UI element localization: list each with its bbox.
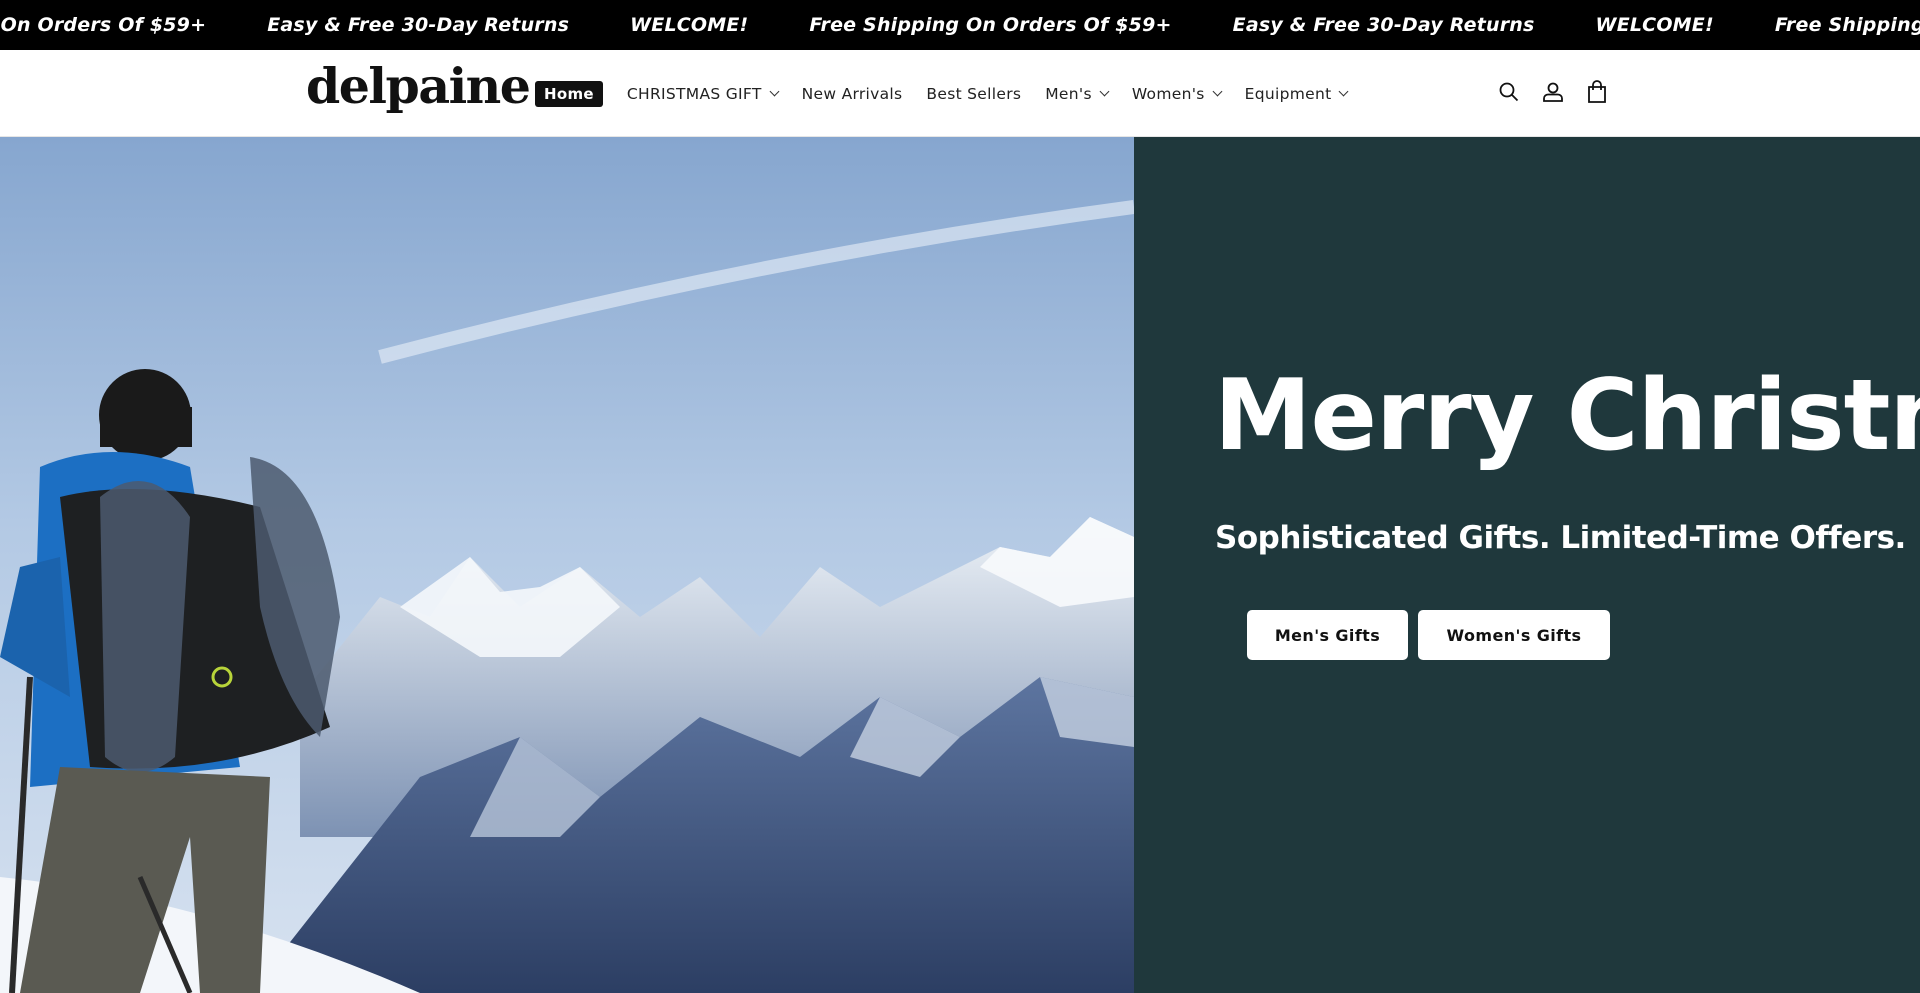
announcement-item: Free Shipping On Orders O — [1774, 14, 1920, 36]
announcement-track: g On Orders Of $59+ Easy & Free 30-Day R… — [0, 0, 1920, 50]
chevron-down-icon — [769, 86, 780, 97]
nav-item-new-arrivals[interactable]: New Arrivals — [802, 85, 903, 103]
nav-item-label: Home — [544, 84, 594, 103]
mens-gifts-button[interactable]: Men's Gifts — [1247, 610, 1408, 660]
hero-image — [0, 137, 1134, 993]
announcement-item: Easy & Free 30-Day Returns — [1232, 14, 1535, 36]
nav-item-label: Men's — [1045, 84, 1092, 103]
nav-item-mens[interactable]: Men's — [1045, 84, 1110, 103]
nav-item-womens[interactable]: Women's — [1131, 84, 1223, 103]
chevron-down-icon — [1099, 86, 1110, 97]
nav-item-christmas-gift[interactable]: CHRISTMAS GIFT — [626, 84, 780, 103]
site-header: delpaine Home CHRISTMAS GIFT New Arrival… — [0, 50, 1920, 137]
hero-title: Merry Christmas — [1214, 359, 1920, 473]
announcement-item: WELCOME! — [630, 14, 749, 36]
announcement-item: g On Orders Of $59+ — [0, 14, 207, 36]
cart-icon[interactable] — [1584, 77, 1610, 107]
chevron-down-icon — [1212, 86, 1223, 97]
nav-item-best-sellers[interactable]: Best Sellers — [926, 85, 1021, 103]
announcement-item: Easy & Free 30-Day Returns — [267, 14, 570, 36]
womens-gifts-button[interactable]: Women's Gifts — [1418, 610, 1610, 660]
announcement-item: Free Shipping On Orders Of $59+ — [809, 14, 1172, 36]
nav-item-label: Women's — [1131, 84, 1205, 103]
hero-subtitle: Sophisticated Gifts. Limited-Time Offers… — [1215, 520, 1906, 556]
header-icons — [1496, 77, 1610, 107]
chevron-down-icon — [1339, 86, 1349, 97]
logo[interactable]: delpaine — [306, 59, 531, 114]
account-icon[interactable] — [1540, 77, 1566, 107]
hero-panel: Merry Christmas Sophisticated Gifts. Lim… — [1134, 137, 1920, 993]
nav-item-label: New Arrivals — [801, 84, 903, 103]
hero-buttons: Men's Gifts Women's Gifts — [1247, 610, 1610, 660]
nav-item-label: CHRISTMAS GIFT — [626, 84, 762, 103]
main-nav: Home CHRISTMAS GIFT New Arrivals Best Se… — [535, 50, 1371, 137]
search-icon[interactable] — [1496, 77, 1522, 107]
announcement-bar: g On Orders Of $59+ Easy & Free 30-Day R… — [0, 0, 1920, 50]
hero-banner: Merry Christmas Sophisticated Gifts. Lim… — [0, 137, 1920, 993]
announcement-item: WELCOME! — [1595, 14, 1714, 36]
nav-item-equipment[interactable]: Equipment — [1244, 84, 1349, 103]
nav-item-label: Equipment — [1244, 84, 1332, 103]
nav-item-label: Best Sellers — [926, 84, 1022, 103]
nav-item-home[interactable]: Home — [535, 80, 603, 107]
